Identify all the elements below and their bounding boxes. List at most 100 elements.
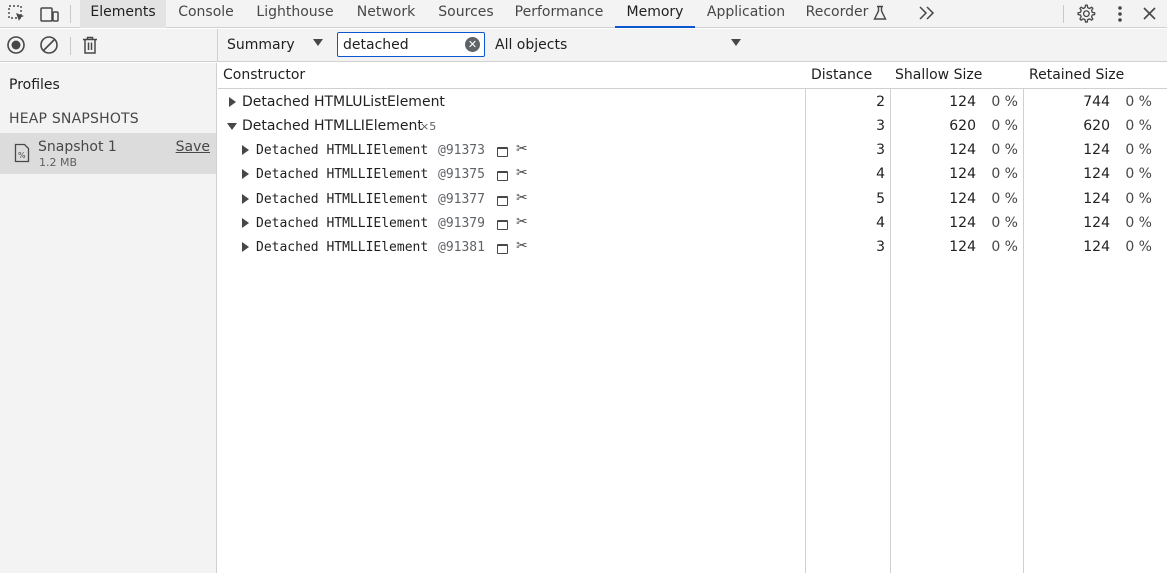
memory-toolbar: Summary ✕ All objects: [0, 29, 1167, 62]
reveal-in-panel-icon[interactable]: [497, 147, 508, 157]
expand-triangle-icon[interactable]: [242, 242, 249, 252]
scissors-icon[interactable]: ✂: [516, 214, 528, 230]
tab-performance[interactable]: Performance: [510, 0, 608, 28]
distance-value: 5: [876, 191, 885, 207]
settings-gear-icon[interactable]: [1075, 3, 1096, 24]
table-row[interactable]: Detached HTMLUListElement 2 124 0 % 744 …: [218, 90, 1167, 114]
profiles-sidebar: Profiles HEAP SNAPSHOTS % Snapshot 1 1.2…: [0, 63, 217, 573]
shallow-size-value: 124: [949, 94, 976, 110]
shallow-size-percent: 0 %: [991, 215, 1018, 231]
retained-size-value: 744: [1083, 94, 1110, 110]
snapshot-item[interactable]: % Snapshot 1 1.2 MB Save: [0, 133, 216, 174]
expand-triangle-icon[interactable]: [242, 218, 249, 228]
column-header-constructor[interactable]: Constructor: [223, 67, 305, 83]
retained-size-percent: 0 %: [1125, 166, 1152, 182]
retained-size-value: 124: [1083, 239, 1110, 255]
instance-name: Detached HTMLLIElement: [256, 167, 429, 182]
chevron-down-icon[interactable]: [313, 39, 323, 46]
heap-snapshot-file-icon: %: [14, 143, 30, 163]
object-id: @91377: [438, 192, 485, 207]
expand-triangle-icon[interactable]: [242, 145, 249, 155]
kebab-menu-icon[interactable]: [1112, 4, 1128, 24]
retained-size-percent: 0 %: [1125, 191, 1152, 207]
object-id: @91375: [438, 167, 485, 182]
retained-size-value: 124: [1083, 166, 1110, 182]
distance-value: 3: [876, 142, 885, 158]
distance-value: 3: [876, 118, 885, 134]
reveal-in-panel-icon[interactable]: [497, 220, 508, 230]
scissors-icon[interactable]: ✂: [516, 165, 528, 181]
table-row[interactable]: Detached HTMLLIElement @91379 ✂ 4 124 0 …: [218, 211, 1167, 235]
shallow-size-percent: 0 %: [991, 166, 1018, 182]
reveal-in-panel-icon[interactable]: [497, 171, 508, 181]
record-heap-snapshot-icon[interactable]: [6, 35, 26, 55]
class-filter-input[interactable]: [343, 35, 461, 54]
object-id: @91373: [438, 143, 485, 158]
collapse-triangle-icon[interactable]: [227, 123, 237, 130]
objects-scope-selector[interactable]: All objects: [495, 37, 567, 53]
scissors-icon[interactable]: ✂: [516, 238, 528, 254]
expand-triangle-icon[interactable]: [229, 97, 236, 107]
retained-size-percent: 0 %: [1125, 142, 1152, 158]
view-selector[interactable]: Summary: [227, 37, 295, 53]
scissors-icon[interactable]: ✂: [516, 141, 528, 157]
reveal-in-panel-icon[interactable]: [497, 244, 508, 254]
distance-value: 3: [876, 239, 885, 255]
tab-sources[interactable]: Sources: [432, 0, 500, 28]
grid-header: Constructor Distance Shallow Size Retain…: [218, 63, 1167, 89]
shallow-size-value: 124: [949, 191, 976, 207]
reveal-in-panel-icon[interactable]: [497, 196, 508, 206]
class-filter-box[interactable]: ✕: [337, 32, 485, 57]
table-row[interactable]: Detached HTMLLIElement @91375 ✂ 4 124 0 …: [218, 162, 1167, 186]
table-row[interactable]: Detached HTMLLIElement @91377 ✂ 5 124 0 …: [218, 187, 1167, 211]
column-header-distance[interactable]: Distance: [811, 67, 872, 83]
tab-lighthouse[interactable]: Lighthouse: [250, 0, 340, 28]
shallow-size-value: 124: [949, 166, 976, 182]
column-header-retained-size[interactable]: Retained Size: [1029, 67, 1124, 83]
clear-filter-icon[interactable]: ✕: [465, 37, 480, 52]
save-snapshot-link[interactable]: Save: [176, 139, 210, 155]
more-tabs-icon[interactable]: [917, 5, 937, 21]
device-toolbar-icon[interactable]: [38, 3, 60, 25]
instance-count: ×5: [420, 120, 437, 133]
chevron-down-icon[interactable]: [731, 39, 741, 46]
instance-name: Detached HTMLLIElement: [256, 240, 429, 255]
shallow-size-percent: 0 %: [991, 239, 1018, 255]
inspect-element-icon[interactable]: [6, 3, 28, 25]
expand-triangle-icon[interactable]: [242, 169, 249, 179]
table-row[interactable]: Detached HTMLLIElement @91373 ✂ 3 124 0 …: [218, 138, 1167, 162]
retained-size-value: 124: [1083, 142, 1110, 158]
tab-memory[interactable]: Memory: [615, 0, 695, 28]
table-row[interactable]: Detached HTMLLIElement @91381 ✂ 3 124 0 …: [218, 235, 1167, 259]
retained-size-value: 124: [1083, 215, 1110, 231]
toolbar-divider: [70, 37, 71, 55]
tab-network[interactable]: Network: [350, 0, 422, 28]
constructor-name: Detached HTMLLIElement: [242, 118, 423, 134]
close-icon[interactable]: [1141, 5, 1158, 22]
distance-value: 2: [876, 94, 885, 110]
tab-application[interactable]: Application: [702, 0, 790, 28]
toolbar-divider: [1063, 5, 1064, 23]
retained-size-value: 124: [1083, 191, 1110, 207]
instance-name: Detached HTMLLIElement: [256, 143, 429, 158]
expand-triangle-icon[interactable]: [242, 194, 249, 204]
object-id: @91381: [438, 240, 485, 255]
clear-all-profiles-icon[interactable]: [39, 35, 59, 55]
distance-value: 4: [876, 166, 885, 182]
snapshot-size: 1.2 MB: [39, 156, 78, 169]
scissors-icon[interactable]: ✂: [516, 190, 528, 206]
tab-recorder[interactable]: Recorder: [804, 0, 870, 28]
tab-elements[interactable]: Elements: [80, 0, 166, 28]
shallow-size-value: 124: [949, 239, 976, 255]
shallow-size-percent: 0 %: [991, 191, 1018, 207]
shallow-size-value: 124: [949, 142, 976, 158]
shallow-size-value: 620: [949, 118, 976, 134]
object-id: @91379: [438, 216, 485, 231]
column-header-shallow-size[interactable]: Shallow Size: [895, 67, 982, 83]
table-row[interactable]: Detached HTMLLIElement ×5 3 620 0 % 620 …: [218, 114, 1167, 138]
collect-garbage-trash-icon[interactable]: [80, 35, 100, 55]
instance-name: Detached HTMLLIElement: [256, 216, 429, 231]
retained-size-percent: 0 %: [1125, 239, 1152, 255]
devtools-tab-bar: Elements Console Lighthouse Network Sour…: [0, 0, 1167, 28]
tab-console[interactable]: Console: [171, 0, 241, 28]
